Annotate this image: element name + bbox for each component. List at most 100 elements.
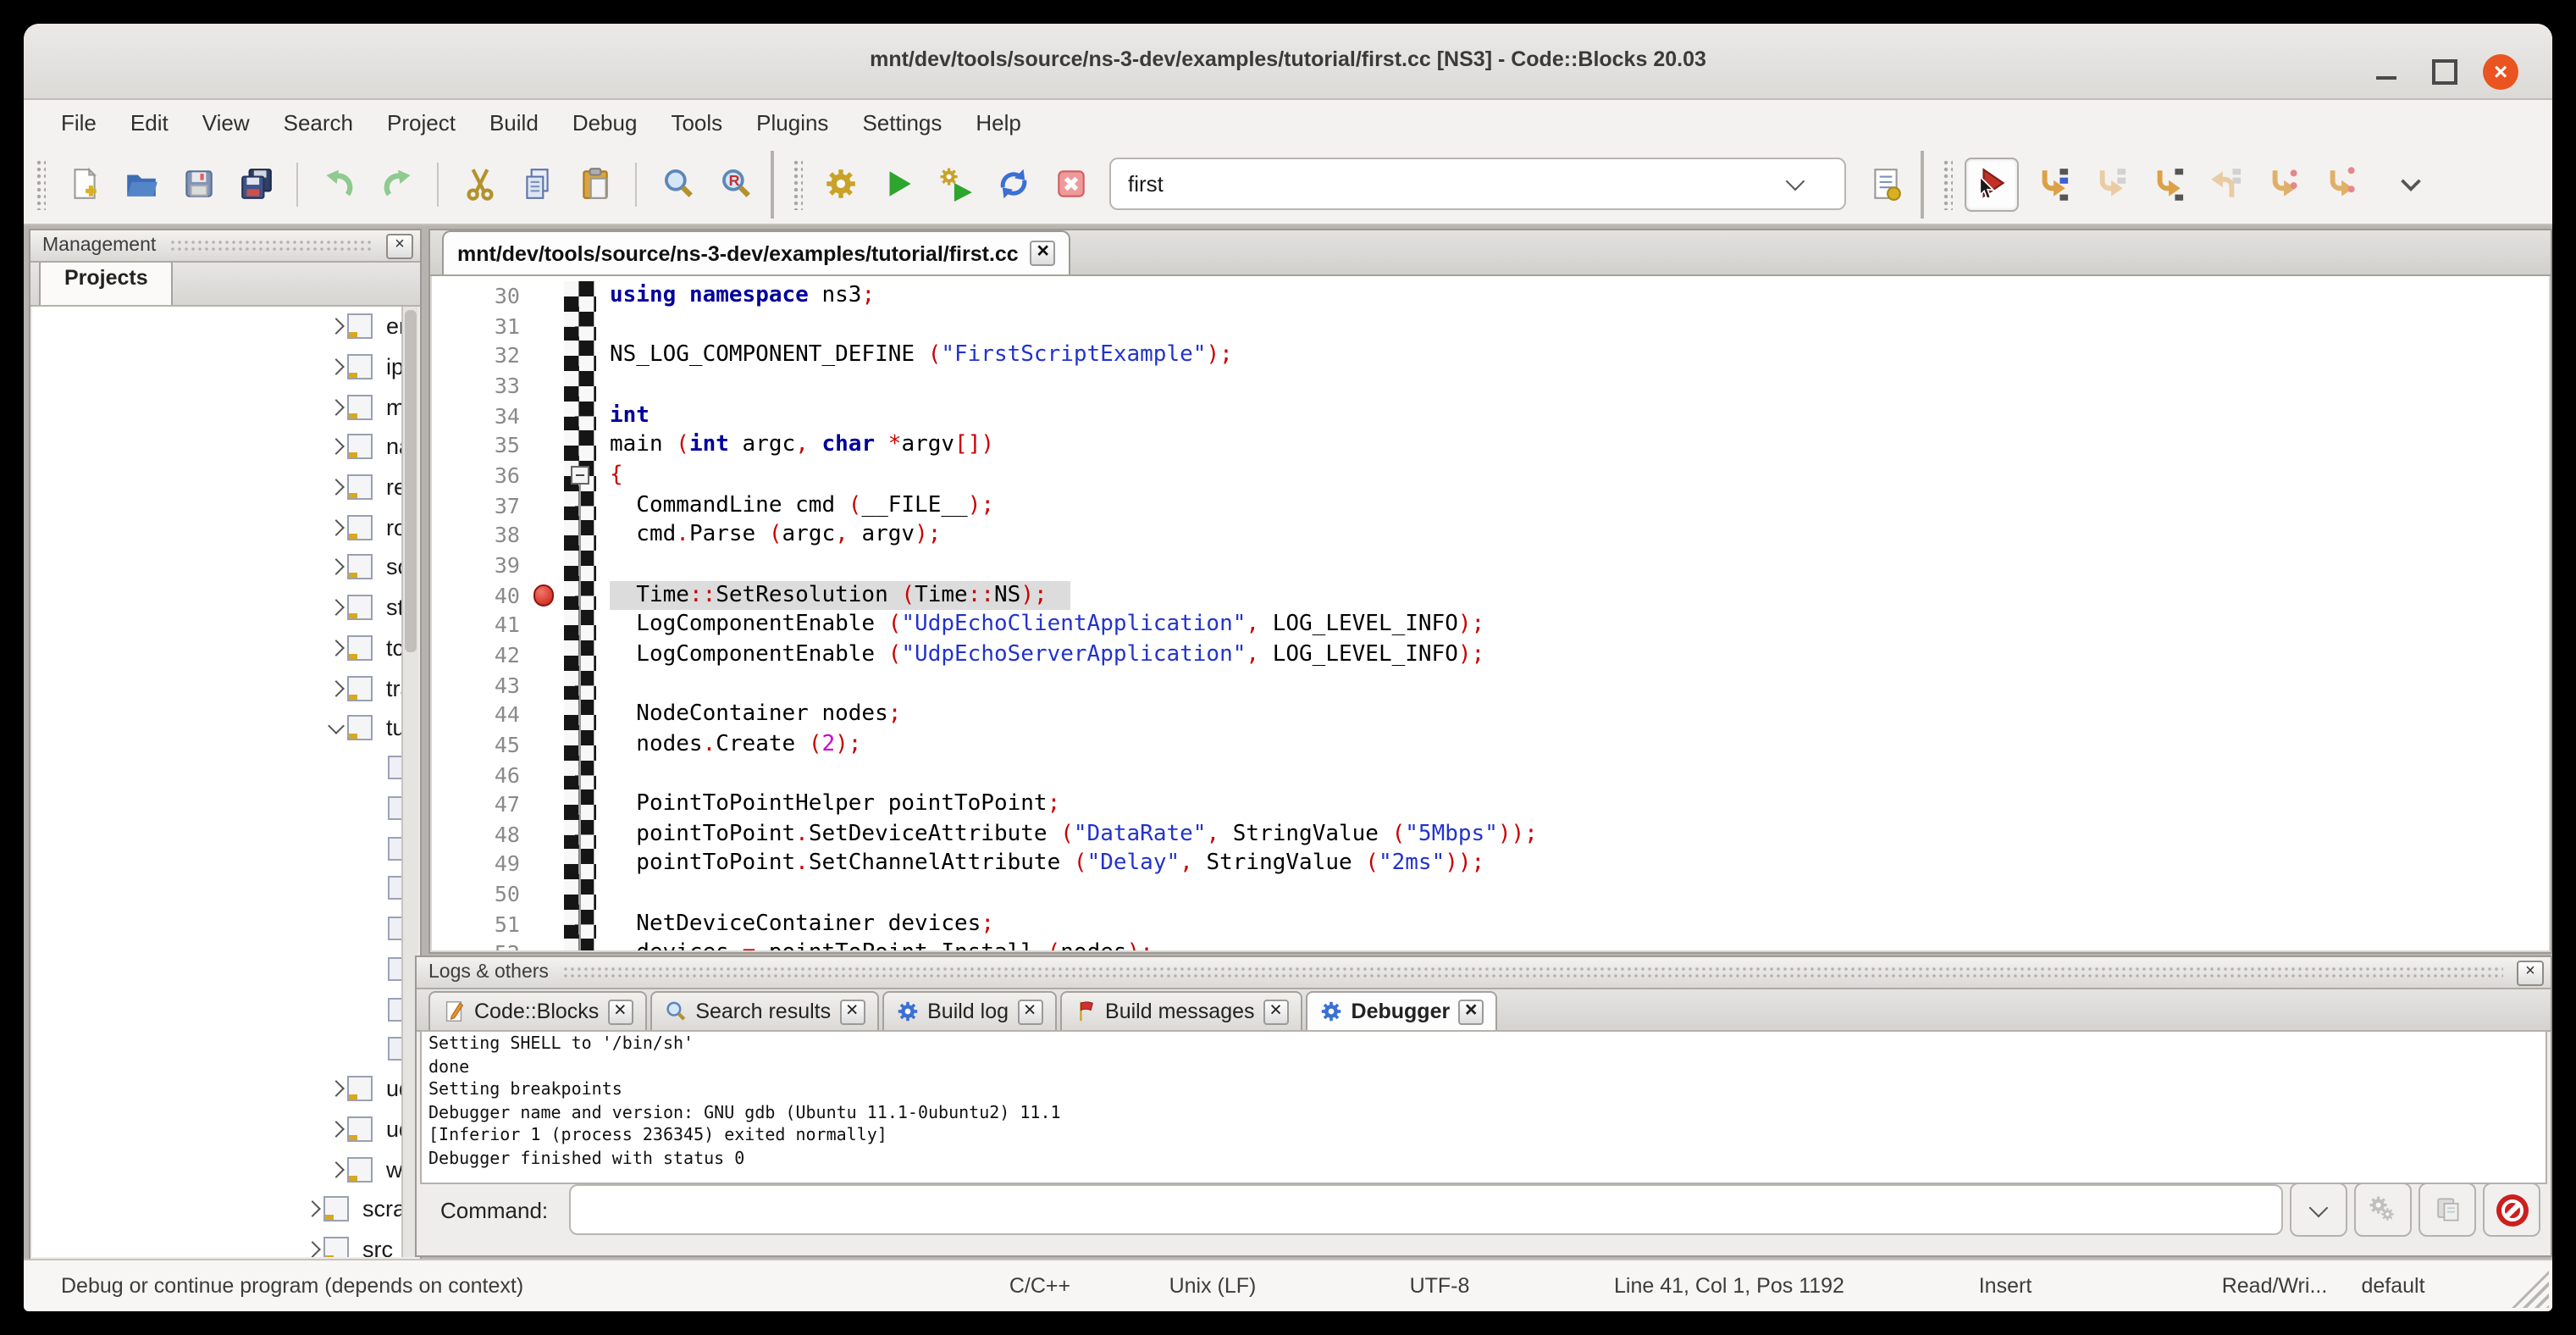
line-number[interactable]: 49: [432, 850, 564, 879]
margin-strip[interactable]: [564, 820, 596, 850]
build-button[interactable]: [815, 158, 865, 209]
menu-build[interactable]: Build: [473, 109, 556, 135]
line-number[interactable]: 42: [432, 640, 564, 670]
tree-item-stat[interactable]: stat: [32, 588, 403, 628]
tree-item-nam[interactable]: nam: [32, 427, 403, 467]
command-dropdown-button[interactable]: [2290, 1183, 2347, 1237]
logs-tab-build-messages[interactable]: Build messages×: [1059, 991, 1302, 1030]
chevron-right-icon[interactable]: [323, 682, 347, 694]
chevron-right-icon[interactable]: [300, 1244, 323, 1255]
toolbar-grip[interactable]: [793, 158, 803, 209]
tree-item-udp[interactable]: udp: [32, 1069, 403, 1109]
menu-help[interactable]: Help: [959, 109, 1038, 135]
tree-item-mat[interactable]: mat: [32, 387, 403, 427]
save-all-button[interactable]: [230, 158, 281, 209]
line-number[interactable]: 35: [432, 431, 564, 461]
tree-item-he[interactable]: he: [32, 868, 403, 908]
menu-tools[interactable]: Tools: [654, 109, 739, 135]
tree-item-src[interactable]: src: [32, 1230, 403, 1257]
close-icon[interactable]: ×: [1017, 999, 1042, 1024]
line-number[interactable]: 36: [432, 461, 564, 490]
margin-strip[interactable]: [564, 879, 596, 909]
line-number[interactable]: 46: [432, 760, 564, 789]
toolbar-grip[interactable]: [1943, 158, 1953, 209]
fold-collapse-icon[interactable]: [570, 466, 589, 485]
breakpoint-icon[interactable]: [533, 584, 554, 606]
logs-tab-code-blocks[interactable]: Code::Blocks×: [428, 991, 646, 1030]
step-out-button[interactable]: [2198, 158, 2249, 209]
undo-button[interactable]: [313, 158, 364, 209]
menu-plugins[interactable]: Plugins: [739, 109, 845, 135]
run-to-cursor-button[interactable]: [2026, 158, 2076, 209]
line-number[interactable]: 40: [432, 580, 564, 610]
margin-strip[interactable]: [564, 341, 596, 371]
compile-target-input[interactable]: [1111, 171, 1788, 197]
new-file-button[interactable]: [58, 158, 108, 209]
save-file-button[interactable]: [173, 158, 224, 209]
minimize-button[interactable]: [2369, 54, 2403, 88]
chevron-right-icon[interactable]: [323, 1083, 347, 1095]
compile-target-select[interactable]: [1109, 158, 1846, 210]
chevron-right-icon[interactable]: [323, 1123, 347, 1135]
toolbar-grip[interactable]: [36, 158, 46, 209]
tree-item-fo[interactable]: fo: [32, 828, 403, 868]
next-instruction-button[interactable]: [2256, 158, 2307, 209]
build-and-run-button[interactable]: [930, 158, 981, 209]
margin-strip[interactable]: [564, 850, 596, 879]
line-number[interactable]: 34: [432, 401, 564, 430]
margin-strip[interactable]: [564, 939, 596, 950]
tree-item-tcp[interactable]: tcp: [32, 628, 403, 668]
debugger-output[interactable]: Setting SHELL to '/bin/sh'doneSetting br…: [420, 1030, 2547, 1184]
abort-button[interactable]: [1045, 158, 1096, 209]
line-number[interactable]: 37: [432, 490, 564, 520]
logs-caption[interactable]: Logs & others ×: [417, 957, 2551, 989]
line-number[interactable]: 41: [432, 610, 564, 640]
margin-strip[interactable]: [564, 730, 596, 760]
chevron-right-icon[interactable]: [323, 481, 347, 493]
paste-button[interactable]: [569, 158, 620, 209]
copy-button[interactable]: [511, 158, 562, 209]
chevron-right-icon[interactable]: [323, 441, 347, 453]
line-number[interactable]: 43: [432, 670, 564, 700]
line-number[interactable]: 52: [432, 939, 564, 950]
margin-strip[interactable]: [564, 610, 596, 640]
tree-item-th[interactable]: th: [32, 1029, 403, 1069]
chevron-right-icon[interactable]: [323, 562, 347, 573]
project-tree[interactable]: erroipv6matnamreallroutsockstattcptraflt…: [32, 307, 403, 1257]
margin-strip[interactable]: [564, 431, 596, 461]
copy-output-button[interactable]: [2418, 1183, 2476, 1237]
chevron-right-icon[interactable]: [323, 401, 347, 413]
tree-item-six[interactable]: six: [32, 989, 403, 1028]
margin-strip[interactable]: [564, 700, 596, 729]
line-number[interactable]: 45: [432, 730, 564, 760]
tree-item-ipv6[interactable]: ipv6: [32, 346, 403, 386]
step-into-instruction-button[interactable]: [2313, 158, 2364, 209]
logs-tab-search-results[interactable]: Search results×: [650, 991, 878, 1030]
next-line-button[interactable]: [2083, 158, 2134, 209]
redo-button[interactable]: [371, 158, 422, 209]
margin-strip[interactable]: [564, 670, 596, 700]
close-icon[interactable]: ×: [1263, 999, 1289, 1024]
margin-strip[interactable]: [564, 461, 596, 490]
tree-item-udp[interactable]: udp-: [32, 1110, 403, 1149]
logs-tab-build-log[interactable]: Build log×: [882, 991, 1056, 1030]
close-icon[interactable]: ×: [1031, 241, 1056, 266]
chevron-right-icon[interactable]: [323, 361, 347, 373]
logs-tab-debugger[interactable]: Debugger×: [1306, 991, 1498, 1030]
tree-item-fif[interactable]: fif: [32, 748, 403, 788]
menu-search[interactable]: Search: [267, 109, 370, 135]
replace-button[interactable]: R: [710, 158, 760, 209]
close-icon[interactable]: ×: [1458, 999, 1484, 1024]
tree-item-tuto[interactable]: tuto: [32, 708, 403, 748]
line-number[interactable]: 31: [432, 311, 564, 341]
close-icon[interactable]: ×: [839, 999, 865, 1024]
step-into-button[interactable]: [2141, 158, 2192, 209]
command-input[interactable]: [568, 1184, 2283, 1235]
margin-strip[interactable]: [564, 551, 596, 580]
chevron-right-icon[interactable]: [323, 642, 347, 654]
margin-strip[interactable]: [564, 401, 596, 430]
chevron-right-icon[interactable]: [323, 601, 347, 613]
line-number[interactable]: 38: [432, 521, 564, 551]
line-number[interactable]: 39: [432, 551, 564, 580]
tree-item-erro[interactable]: erro: [32, 307, 403, 346]
